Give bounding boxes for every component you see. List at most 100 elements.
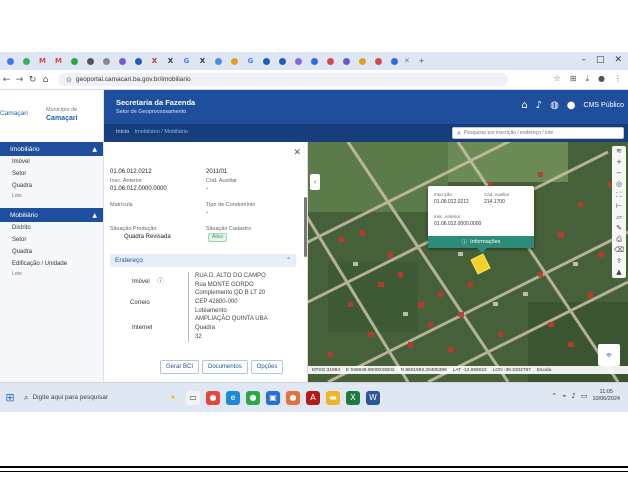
forward-icon[interactable]: →: [13, 75, 26, 85]
sidebar-item-quadra[interactable]: Quadra: [0, 246, 103, 258]
battery-icon[interactable]: ▭: [581, 392, 588, 400]
close-tab-icon[interactable]: ✕: [404, 57, 412, 65]
maximize-icon[interactable]: □: [596, 55, 605, 65]
user-name[interactable]: CMS Público: [584, 102, 624, 109]
file-explorer-icon[interactable]: ▬: [326, 390, 340, 405]
home-icon[interactable]: ⌂: [521, 100, 527, 111]
network-icon[interactable]: ⌁: [562, 392, 566, 400]
tab-icon[interactable]: [100, 56, 113, 66]
task-view-icon[interactable]: ▭: [186, 390, 200, 405]
back-icon[interactable]: ←: [0, 75, 13, 85]
sidebar-item-setor[interactable]: Setor: [0, 168, 103, 180]
share-icon[interactable]: ⇪: [616, 258, 622, 265]
bookmark-star-icon[interactable]: ☆: [554, 74, 561, 84]
tab-icon[interactable]: [132, 56, 145, 66]
tab-icon[interactable]: [340, 56, 353, 66]
tab-icon[interactable]: [228, 56, 241, 66]
tab-icon[interactable]: [292, 56, 305, 66]
panel-scrollbar[interactable]: [304, 197, 307, 257]
chevron-up-icon[interactable]: ⌃: [551, 392, 557, 400]
tab-gmail[interactable]: M: [52, 56, 65, 66]
documentos-button[interactable]: Documentos: [202, 360, 248, 374]
locate-icon[interactable]: ◎: [616, 181, 622, 188]
sidebar-item-setor[interactable]: Setor: [0, 234, 103, 246]
basemap-switcher[interactable]: ⌖: [598, 344, 620, 366]
tab-icon[interactable]: [68, 56, 81, 66]
minimize-icon[interactable]: –: [581, 55, 586, 65]
tab-icon[interactable]: [84, 56, 97, 66]
compass-icon[interactable]: ▲: [616, 269, 621, 276]
clock[interactable]: 11:05 10/06/2024: [592, 389, 620, 402]
tab-icon[interactable]: [324, 56, 337, 66]
tab-icon[interactable]: [356, 56, 369, 66]
sidebar-item-quadra[interactable]: Quadra: [0, 180, 103, 192]
extensions-icon[interactable]: ⊞: [570, 74, 577, 84]
site-info-icon[interactable]: ⊙: [66, 76, 72, 84]
download-icon[interactable]: ⤓: [585, 74, 589, 84]
layers-icon[interactable]: ≋: [616, 148, 622, 155]
word-icon[interactable]: W: [366, 390, 380, 405]
volume-icon[interactable]: ♪: [571, 392, 575, 400]
ruler-icon[interactable]: ⊢: [616, 203, 622, 210]
menu-icon[interactable]: ⋮: [614, 74, 622, 84]
sidebar-item-lote[interactable]: Lote: [0, 270, 103, 278]
draw-icon[interactable]: ✎: [616, 225, 622, 232]
store-icon[interactable]: ▣: [266, 390, 280, 405]
acrobat-icon[interactable]: A: [306, 390, 320, 405]
tab-icon[interactable]: [276, 56, 289, 66]
logo[interactable]: Camaçari: [0, 110, 28, 117]
sidebar-section-imobiliario[interactable]: Imobiliário ▲: [0, 142, 103, 156]
close-icon[interactable]: ✕: [293, 148, 301, 158]
tab-icon[interactable]: [372, 56, 385, 66]
map-search-input[interactable]: ⌕ Pesquisar por inscrição / endereço / l…: [452, 127, 624, 139]
gerar-bci-button[interactable]: Gerar BCI: [160, 360, 200, 374]
globe-icon[interactable]: ◍: [550, 100, 559, 111]
tab-icon[interactable]: [20, 56, 33, 66]
home-icon[interactable]: ⌂: [39, 75, 52, 85]
reload-icon[interactable]: ↻: [26, 75, 39, 85]
sidebar-item-lote[interactable]: Lote: [0, 192, 103, 200]
collapse-panel-button[interactable]: ‹: [310, 174, 320, 190]
chrome-profile-icon[interactable]: ●: [246, 390, 260, 405]
sidebar-item-edificacao[interactable]: Edificação / Unidade: [0, 258, 103, 270]
breadcrumb-current[interactable]: Imobiliário / Mobiliário: [135, 129, 188, 135]
tab-google[interactable]: G: [244, 56, 257, 66]
close-window-icon[interactable]: ✕: [614, 55, 622, 65]
tab-x[interactable]: X: [196, 56, 209, 66]
taskbar-search-input[interactable]: ⌕ Digite aqui para pesquisar: [20, 393, 150, 403]
zoom-in-icon[interactable]: +: [616, 159, 622, 166]
opcoes-button[interactable]: Opções: [250, 360, 284, 374]
tab-google[interactable]: G: [180, 56, 193, 66]
area-measure-icon[interactable]: ▱: [616, 214, 621, 221]
tab-icon[interactable]: [308, 56, 321, 66]
breadcrumb-home[interactable]: Início: [116, 129, 129, 135]
firefox-icon[interactable]: ●: [286, 390, 300, 405]
profile-icon[interactable]: ●: [598, 74, 605, 84]
sidebar-item-imovel[interactable]: Imóvel: [0, 156, 103, 168]
widgets-icon[interactable]: ✦: [166, 391, 180, 405]
tab-icon[interactable]: [260, 56, 273, 66]
excel-icon[interactable]: X: [346, 390, 360, 405]
tab-icon[interactable]: [388, 56, 401, 66]
windows-start-icon[interactable]: ⊞: [0, 391, 20, 404]
edge-icon[interactable]: e: [226, 390, 240, 405]
sidebar-item-distrito[interactable]: Distrito: [0, 222, 103, 234]
url-field[interactable]: ⊙ geoportal.camacari.ba.gov.br/imobiliar…: [58, 73, 508, 86]
endereco-section-header[interactable]: Endereço ⌃: [110, 254, 296, 267]
info-icon[interactable]: ⓘ: [157, 278, 163, 285]
zoom-out-icon[interactable]: −: [616, 170, 622, 177]
tab-x[interactable]: X: [148, 56, 161, 66]
new-tab-button[interactable]: +: [415, 56, 428, 66]
bell-icon[interactable]: ♪: [536, 100, 542, 111]
tab-icon[interactable]: [4, 56, 17, 66]
print-icon[interactable]: ⎙: [616, 236, 622, 243]
tab-x[interactable]: X: [164, 56, 177, 66]
chrome-icon[interactable]: ●: [206, 390, 220, 405]
informacoes-button[interactable]: ⓘ Informações: [428, 236, 534, 248]
fullscreen-icon[interactable]: ⛶: [617, 192, 622, 199]
tab-gmail[interactable]: M: [36, 56, 49, 66]
tab-icon[interactable]: [116, 56, 129, 66]
clear-icon[interactable]: ⌫: [614, 247, 624, 254]
satellite-map[interactable]: ‹ Inscrição 01.06.012.0212 Cód. Auxiliar…: [308, 142, 628, 382]
user-icon[interactable]: ●: [567, 100, 576, 111]
